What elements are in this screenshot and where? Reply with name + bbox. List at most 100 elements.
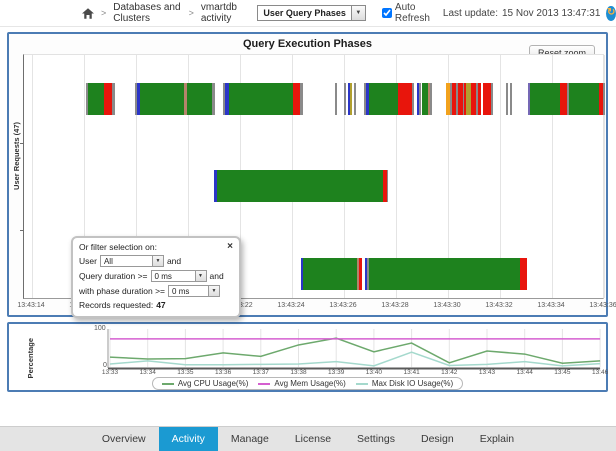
gridline bbox=[32, 55, 33, 298]
x-tick-label: 13:43:30 bbox=[433, 302, 460, 309]
records-requested-value: 47 bbox=[156, 300, 165, 310]
user-filter-select[interactable]: All ▼ bbox=[100, 255, 164, 267]
phase-segment-green bbox=[217, 170, 383, 202]
query-phase-bar[interactable] bbox=[223, 83, 303, 115]
phase-segment-green bbox=[369, 258, 520, 290]
tab-explain[interactable]: Explain bbox=[467, 427, 527, 451]
tab-manage[interactable]: Manage bbox=[218, 427, 282, 451]
x-tick-label: 13:35 bbox=[177, 369, 193, 376]
y-tick-mark bbox=[20, 143, 24, 144]
auto-refresh-checkbox[interactable] bbox=[382, 8, 392, 18]
series-avg-cpu-usage- bbox=[110, 338, 600, 363]
phase-segment-gray bbox=[412, 83, 414, 115]
x-tick-label: 13:34 bbox=[140, 369, 156, 376]
phase-segment-green bbox=[140, 83, 184, 115]
tab-settings[interactable]: Settings bbox=[344, 427, 408, 451]
close-icon[interactable]: × bbox=[227, 242, 233, 252]
x-tick-label: 13:38 bbox=[290, 369, 306, 376]
query-phase-bar[interactable] bbox=[446, 83, 493, 115]
view-select[interactable]: User Query Phases ▼ bbox=[257, 5, 366, 21]
query-phase-bar[interactable] bbox=[417, 83, 432, 115]
chevron-down-icon: ▼ bbox=[351, 6, 365, 20]
x-tick-label: 13:39 bbox=[328, 369, 344, 376]
footer-nav: Overview Activity Manage License Setting… bbox=[0, 426, 616, 451]
query-phase-bar[interactable] bbox=[344, 83, 356, 115]
phase-duration-select[interactable]: 0 ms ▼ bbox=[168, 285, 220, 297]
query-phase-bar[interactable] bbox=[214, 170, 388, 202]
x-tick-label: 13:33 bbox=[102, 369, 118, 376]
x-tick-label: 13:45 bbox=[554, 369, 570, 376]
x-tick-label: 13:41 bbox=[403, 369, 419, 376]
user-filter-value: All bbox=[101, 257, 152, 266]
phase-segment-green bbox=[88, 83, 104, 115]
header: > Databases and Clusters > vmartdb activ… bbox=[0, 0, 616, 27]
query-phase-bar[interactable] bbox=[86, 83, 115, 115]
chart-title: Query Execution Phases bbox=[9, 38, 606, 50]
user-filter-label: User bbox=[79, 256, 97, 266]
view-select-value: User Query Phases bbox=[258, 8, 351, 18]
x-tick-label: 13:43:14 bbox=[17, 302, 44, 309]
phase-segment-red bbox=[560, 83, 567, 115]
home-button[interactable] bbox=[82, 8, 94, 19]
phase-segment-green bbox=[303, 258, 357, 290]
breadcrumb-databases-and-clusters[interactable]: Databases and Clusters bbox=[113, 2, 181, 24]
auto-refresh-control: Auto Refresh bbox=[382, 2, 430, 24]
phase-segment-red bbox=[293, 83, 300, 115]
phase-segment-gray bbox=[212, 83, 215, 115]
x-tick-label: 13:36 bbox=[215, 369, 231, 376]
x-tick-label: 13:43:28 bbox=[381, 302, 408, 309]
chevron-down-icon: ▼ bbox=[208, 286, 219, 296]
phase-segment-red bbox=[483, 83, 491, 115]
query-duration-select[interactable]: 0 ms ▼ bbox=[151, 270, 207, 282]
last-update-label: Last update: bbox=[443, 8, 498, 19]
chevron-down-icon: ▼ bbox=[195, 271, 206, 281]
x-tick-label: 13:43:24 bbox=[277, 302, 304, 309]
y-tick-mark bbox=[20, 230, 24, 231]
phase-segment-gray bbox=[491, 83, 493, 115]
breadcrumb-current-page: vmartdb activity bbox=[201, 2, 245, 24]
phase-segment-red bbox=[398, 83, 412, 115]
tab-license[interactable]: License bbox=[282, 427, 344, 451]
breadcrumb-separator-icon: > bbox=[189, 8, 194, 18]
legend-item[interactable]: Avg Mem Usage(%) bbox=[258, 379, 345, 388]
x-tick-label: 13:42 bbox=[441, 369, 457, 376]
query-phase-bar[interactable] bbox=[364, 83, 414, 115]
refresh-button[interactable]: ↻ bbox=[606, 6, 616, 21]
legend-dash-icon bbox=[258, 383, 270, 385]
legend-item[interactable]: Max Disk IO Usage(%) bbox=[356, 379, 453, 388]
query-duration-label: Query duration >= bbox=[79, 271, 148, 281]
tab-overview[interactable]: Overview bbox=[89, 427, 159, 451]
phase-segment-gray bbox=[335, 83, 337, 115]
query-phase-bar[interactable] bbox=[528, 83, 605, 115]
phase-segment-gray bbox=[112, 83, 115, 115]
legend-label: Avg Mem Usage(%) bbox=[274, 379, 345, 388]
phase-segment-gray bbox=[300, 83, 303, 115]
query-phase-bar[interactable] bbox=[506, 83, 512, 115]
legend-label: Max Disk IO Usage(%) bbox=[372, 379, 453, 388]
phase-segment-gray bbox=[510, 83, 512, 115]
phase-segment-gray bbox=[430, 83, 432, 115]
phase-segment-gray bbox=[387, 170, 388, 202]
legend-dash-icon bbox=[356, 383, 368, 385]
legend-item[interactable]: Avg CPU Usage(%) bbox=[162, 379, 249, 388]
auto-refresh-label: Auto Refresh bbox=[395, 2, 430, 24]
last-update-value: 15 Nov 2013 13:47:31 bbox=[502, 8, 600, 19]
tab-activity[interactable]: Activity bbox=[159, 427, 218, 451]
phase-duration-value: 0 ms bbox=[169, 287, 208, 296]
query-phase-bar[interactable] bbox=[301, 258, 362, 290]
query-phase-bar[interactable] bbox=[135, 83, 215, 115]
phase-segment-green bbox=[229, 83, 293, 115]
x-tick-label: 13:37 bbox=[253, 369, 269, 376]
phase-segment-red bbox=[359, 258, 362, 290]
tab-design[interactable]: Design bbox=[408, 427, 467, 451]
x-tick-label: 13:43:32 bbox=[485, 302, 512, 309]
query-phase-bar[interactable] bbox=[335, 83, 337, 115]
x-tick-label: 13:43:36 bbox=[589, 302, 616, 309]
gantt-y-axis-label: User Requests (47) bbox=[12, 122, 21, 190]
query-phase-bar[interactable] bbox=[365, 258, 527, 290]
home-icon bbox=[82, 8, 94, 19]
x-tick-label: 13:43:26 bbox=[329, 302, 356, 309]
records-requested-label: Records requested: bbox=[79, 300, 153, 310]
phase-segment-gray bbox=[603, 83, 605, 115]
and-label: and bbox=[210, 271, 224, 281]
